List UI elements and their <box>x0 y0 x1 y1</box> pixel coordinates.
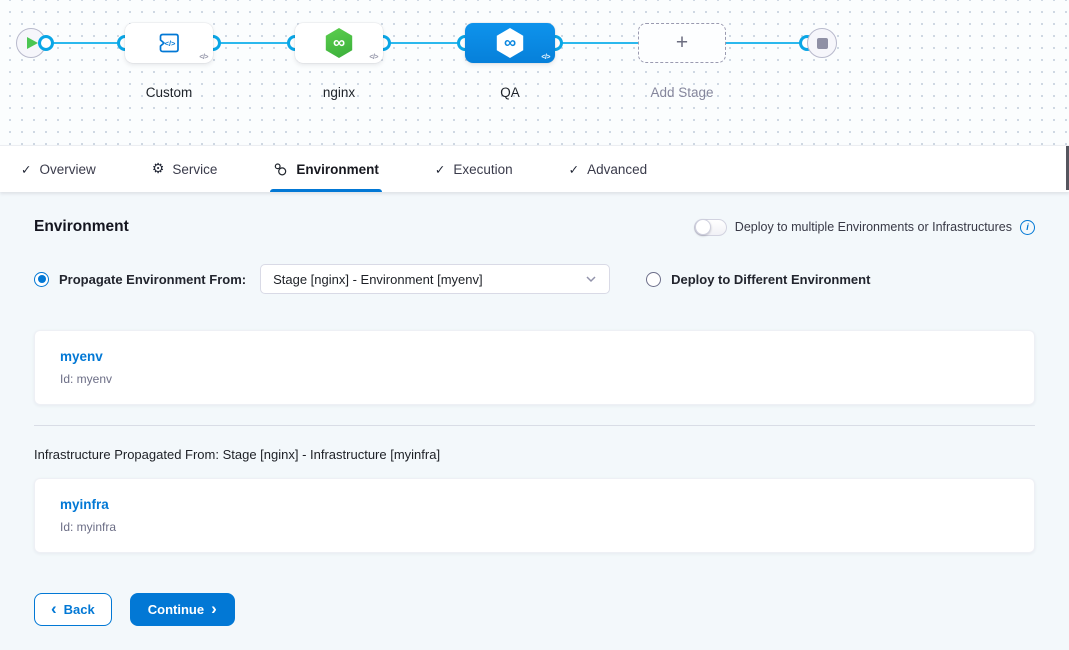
environment-card: myenv Id: myenv <box>34 330 1035 405</box>
tab-environment[interactable]: Environment <box>273 146 379 192</box>
tab-service[interactable]: ⚙ Service <box>152 146 218 192</box>
infrastructure-id: Id: myinfra <box>60 520 1009 534</box>
chevron-right-icon: › <box>211 600 217 617</box>
back-label: Back <box>64 602 95 617</box>
check-icon: ✓ <box>569 162 579 177</box>
gear-icon: ⚙ <box>152 161 165 177</box>
infrastructure-name-link[interactable]: myinfra <box>60 497 109 512</box>
toggle-knob <box>695 219 711 235</box>
tab-label: Service <box>172 162 217 177</box>
environment-icon <box>273 162 288 177</box>
different-radio-label[interactable]: Deploy to Different Environment <box>671 272 870 287</box>
toggle-label: Deploy to multiple Environments or Infra… <box>735 220 1012 234</box>
multi-env-toggle-group: Deploy to multiple Environments or Infra… <box>694 219 1035 236</box>
back-button[interactable]: ‹ Back <box>34 593 112 626</box>
tab-label: Overview <box>39 162 95 177</box>
propagate-from-select[interactable]: Stage [nginx] - Environment [myenv] <box>260 264 610 294</box>
continue-label: Continue <box>148 602 204 617</box>
different-environment-radio[interactable] <box>646 272 661 287</box>
tab-execution[interactable]: ✓ Execution <box>435 146 513 192</box>
environment-source-radio-row: Propagate Environment From: Stage [nginx… <box>34 264 1035 294</box>
tab-overview[interactable]: ✓ Overview <box>21 146 96 192</box>
tab-label: Environment <box>296 162 379 177</box>
environment-tab-panel: Environment Deploy to multiple Environme… <box>0 192 1069 650</box>
custom-stage-icon: </> <box>156 30 182 56</box>
svg-text:</>: </> <box>165 39 176 48</box>
play-icon <box>27 37 38 49</box>
stage-label-add-stage: Add Stage <box>638 85 726 100</box>
panel-header-row: Environment Deploy to multiple Environme… <box>34 192 1035 236</box>
check-icon: ✓ <box>435 162 445 177</box>
harness-deploy-icon: ∞ <box>324 28 354 58</box>
stage-tab-bar: ✓ Overview ⚙ Service Environment ✓ Execu… <box>0 145 1069 192</box>
pipeline-canvas: </> </> ∞ </> ∞ </> + Custom nginx QA Ad… <box>0 0 1069 145</box>
pipeline-studio: </> </> ∞ </> ∞ </> + Custom nginx QA Ad… <box>0 0 1069 650</box>
harness-deploy-icon: ∞ <box>495 28 525 58</box>
stop-icon <box>817 38 828 49</box>
check-icon: ✓ <box>21 162 31 177</box>
port-start-right[interactable] <box>38 35 54 51</box>
stage-label-qa: QA <box>465 85 555 100</box>
stage-label-custom: Custom <box>125 85 213 100</box>
plus-icon: + <box>676 31 688 55</box>
stage-card-custom[interactable]: </> </> <box>125 23 213 63</box>
code-badge-icon: </> <box>199 54 208 61</box>
environment-name-link[interactable]: myenv <box>60 349 103 364</box>
chevron-down-icon <box>585 275 597 283</box>
stage-card-nginx[interactable]: ∞ </> <box>295 23 383 63</box>
propagate-radio-label[interactable]: Propagate Environment From: <box>59 272 246 287</box>
environment-id: Id: myenv <box>60 372 1009 386</box>
infrastructure-propagated-note: Infrastructure Propagated From: Stage [n… <box>34 447 1035 462</box>
infrastructure-card: myinfra Id: myinfra <box>34 478 1035 553</box>
info-icon[interactable]: i <box>1020 220 1035 235</box>
tab-label: Execution <box>453 162 512 177</box>
select-value: Stage [nginx] - Environment [myenv] <box>273 272 483 287</box>
tab-advanced[interactable]: ✓ Advanced <box>569 146 648 192</box>
footer-button-row: ‹ Back Continue › <box>34 593 1035 626</box>
chevron-left-icon: ‹ <box>51 600 57 617</box>
continue-button[interactable]: Continue › <box>130 593 235 626</box>
propagate-environment-radio[interactable] <box>34 272 49 287</box>
tab-label: Advanced <box>587 162 647 177</box>
section-divider <box>34 425 1035 426</box>
panel-heading: Environment <box>34 218 129 236</box>
stage-label-nginx: nginx <box>295 85 383 100</box>
code-badge-icon: </> <box>369 54 378 61</box>
code-badge-icon: </> <box>541 54 550 61</box>
add-stage-button[interactable]: + <box>638 23 726 63</box>
pipeline-end-node <box>807 28 837 58</box>
multi-env-toggle[interactable] <box>694 219 727 236</box>
infinity-glyph: ∞ <box>504 29 516 57</box>
stage-card-qa[interactable]: ∞ </> <box>465 23 555 63</box>
infinity-glyph: ∞ <box>333 29 345 57</box>
